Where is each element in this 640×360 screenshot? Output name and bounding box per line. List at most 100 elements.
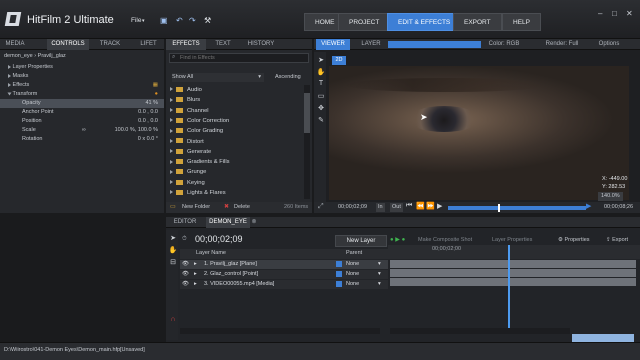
nav-help[interactable]: HELP	[502, 13, 541, 31]
visibility-icon[interactable]: 👁	[182, 260, 189, 269]
time-ruler[interactable]: 00;00;02;00	[388, 245, 640, 259]
text-tool-icon[interactable]: T	[316, 80, 326, 90]
play-icon[interactable]: ● ▶ ●	[390, 236, 405, 243]
viewer-time-in[interactable]: 00;00;02;09	[338, 203, 367, 212]
redo-icon[interactable]: ↷	[189, 16, 196, 25]
close-tab-icon[interactable]: ⊗	[250, 217, 258, 228]
tab-track[interactable]: TRACK	[95, 39, 125, 50]
prop-opacity[interactable]: Opacity 41 %	[0, 99, 164, 108]
nav-project[interactable]: PROJECT	[338, 13, 391, 31]
track-bar-2[interactable]	[390, 269, 636, 277]
viewer-playhead[interactable]	[498, 204, 500, 212]
make-composite-button[interactable]: Make Composite Shot	[418, 236, 472, 245]
track-bar-3[interactable]	[390, 278, 636, 286]
prop-scale[interactable]: Scale ∞ 100.0 %, 100.0 %	[0, 126, 164, 135]
effects-scrollbar[interactable]	[304, 85, 310, 199]
breadcrumb-layer[interactable]: Pravilj_glaz	[38, 53, 66, 59]
delete-button[interactable]: Delete	[234, 203, 250, 212]
effects-icon[interactable]: ▦	[153, 81, 158, 90]
rectangle-tool-icon[interactable]: ▭	[316, 92, 326, 102]
play-icon[interactable]: ▶	[437, 202, 442, 210]
expand-icon[interactable]: ▸	[194, 280, 197, 289]
prop-effects[interactable]: Effects ▦	[0, 81, 164, 90]
pen-tool-icon[interactable]: ✎	[316, 116, 326, 126]
2d-mode-button[interactable]: 2D	[332, 56, 346, 65]
tab-controls[interactable]: CONTROLS	[47, 39, 89, 50]
sort-ascending[interactable]: Ascending	[275, 73, 301, 82]
link-icon[interactable]: ∞	[82, 126, 86, 135]
zoom-dropdown[interactable]: 140.0%	[598, 192, 623, 201]
export-button[interactable]: ⇪ Export	[606, 236, 628, 245]
zoom-slider[interactable]	[572, 334, 634, 342]
prop-masks[interactable]: Masks	[0, 72, 164, 81]
breadcrumb-root[interactable]: demon_eye	[4, 53, 33, 59]
tab-demon-eye[interactable]: DEMON_EYE	[206, 217, 250, 228]
effects-folder-item[interactable]: Blurs	[168, 95, 200, 105]
select-tool-icon[interactable]: ➤	[168, 234, 178, 244]
search-input[interactable]	[180, 54, 306, 62]
hand-tool-icon[interactable]: ✋	[316, 68, 326, 78]
tab-layer[interactable]: LAYER	[354, 39, 388, 50]
layer-row[interactable]: 👁 ▸ 1. Pravilj_glaz [Plane] None ▾	[180, 260, 388, 269]
layer-properties-button[interactable]: Layer Properties	[492, 236, 532, 245]
prop-rotation[interactable]: Rotation 0 x 0.0 °	[0, 135, 164, 144]
prop-anchor-point[interactable]: Anchor Point 0.0 , 0.0	[0, 108, 164, 117]
step-back-icon[interactable]: ⏪	[416, 202, 425, 210]
effects-folder-item[interactable]: Generate	[168, 147, 211, 157]
tab-text[interactable]: TEXT	[208, 39, 238, 50]
layer-row[interactable]: 👁 ▸ 2. Glaz_control [Point] None ▾	[180, 270, 388, 279]
effects-folder-item[interactable]: Lights & Flares	[168, 188, 226, 198]
layer-name[interactable]: 1. Pravilj_glaz [Plane]	[204, 260, 257, 269]
viewer-scrubber[interactable]	[448, 206, 586, 210]
prop-position[interactable]: Position 0.0 , 0.0	[0, 117, 164, 126]
properties-button[interactable]: ⚙ Properties	[558, 236, 590, 245]
color-dropdown[interactable]: Color: RGB	[482, 39, 526, 50]
effects-folder-item[interactable]: Keying	[168, 178, 205, 188]
out-button[interactable]: Out	[390, 203, 403, 212]
tab-viewer[interactable]: VIEWER	[316, 39, 350, 50]
options-dropdown[interactable]: Options	[594, 39, 624, 50]
layer-name[interactable]: 2. Glaz_control [Point]	[204, 270, 258, 279]
menu-file[interactable]: File	[131, 17, 141, 24]
new-layer-button[interactable]: New Layer	[335, 235, 387, 247]
layer-row[interactable]: 👁 ▸ 3. VIDEO00055.mp4 [Media] None ▾	[180, 280, 388, 289]
new-folder-button[interactable]: New Folder	[182, 203, 210, 212]
minimize-icon[interactable]: –	[598, 9, 602, 18]
nav-edit-effects[interactable]: EDIT & EFFECTS	[387, 13, 462, 31]
show-all-dropdown[interactable]: Show All ▾	[172, 73, 264, 82]
parent-dropdown[interactable]: None	[346, 260, 359, 269]
timeline-playhead[interactable]	[508, 245, 510, 333]
effects-folder-item[interactable]: Channel	[168, 106, 209, 116]
timeline-scrollbar[interactable]	[390, 328, 570, 334]
tools-icon[interactable]: ⚒	[204, 16, 211, 25]
parent-dropdown[interactable]: None	[346, 270, 359, 279]
track-bar-1[interactable]	[390, 260, 636, 268]
effects-folder-item[interactable]: Distort	[168, 137, 204, 147]
step-forward-icon[interactable]: ⏩	[426, 202, 435, 210]
prop-transform[interactable]: Transform ●	[0, 90, 164, 99]
in-button[interactable]: In	[376, 203, 385, 212]
nav-export[interactable]: EXPORT	[453, 13, 502, 31]
tab-lifetime[interactable]: LIFET	[133, 39, 164, 50]
visibility-icon[interactable]: 👁	[182, 270, 189, 279]
prop-layer-properties[interactable]: Layer Properties	[0, 63, 164, 72]
close-icon[interactable]: ✕	[626, 9, 633, 18]
expand-icon[interactable]: ▸	[194, 270, 197, 279]
tab-editor[interactable]: EDITOR	[170, 217, 200, 228]
reset-icon[interactable]: ●	[155, 90, 158, 99]
hand-tool-icon[interactable]: ✋	[168, 246, 178, 256]
save-icon[interactable]: ▣	[160, 16, 168, 25]
magnet-icon[interactable]: ∩	[168, 316, 178, 326]
effects-folder-item[interactable]: Color Grading	[168, 126, 223, 136]
layer-scrollbar[interactable]	[180, 328, 380, 334]
effects-folder-item[interactable]: Color Correction	[168, 116, 229, 126]
effects-search[interactable]: ⌕	[169, 53, 309, 63]
slice-tool-icon[interactable]: ⊟	[168, 258, 178, 268]
effects-folder-item[interactable]: Audio	[168, 85, 202, 95]
tab-history[interactable]: HISTORY	[244, 39, 278, 50]
scale-icon[interactable]: ⤢	[318, 203, 324, 211]
effects-folder-item[interactable]: Grunge	[168, 167, 206, 177]
timeline-timecode[interactable]: 00;00;02;09	[195, 234, 243, 244]
prev-frame-icon[interactable]: ⏮	[406, 202, 412, 210]
visibility-icon[interactable]: 👁	[182, 280, 189, 289]
